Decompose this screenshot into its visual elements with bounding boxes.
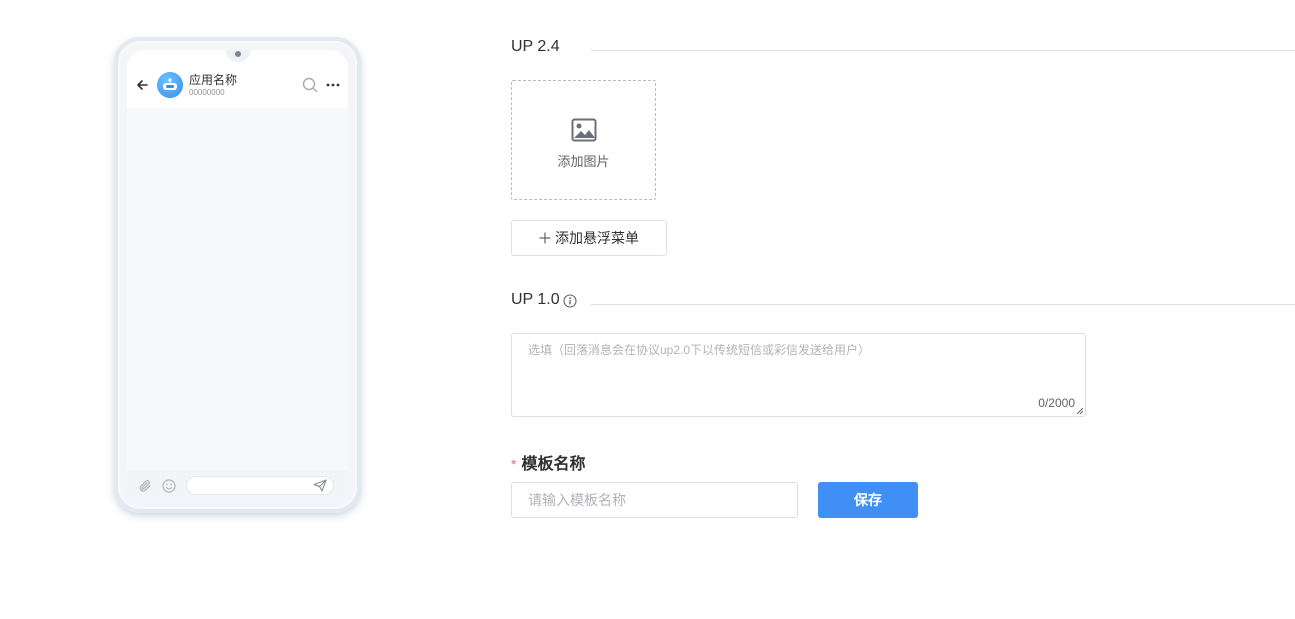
char-count: 0/2000 xyxy=(1038,396,1075,410)
add-image-label: 添加图片 xyxy=(557,154,610,169)
app-number: 00000000 xyxy=(189,88,225,97)
info-icon[interactable] xyxy=(563,294,577,308)
fallback-message-textarea[interactable] xyxy=(512,334,1085,416)
robot-avatar-icon xyxy=(163,78,177,90)
phone-message-field xyxy=(186,476,334,495)
emoji-icon xyxy=(162,479,176,493)
add-floating-menu-button[interactable]: 添加悬浮菜单 xyxy=(511,220,667,256)
more-icon xyxy=(326,83,340,87)
up24-section-title: UP 2.4 xyxy=(511,38,560,55)
phone-chat-area xyxy=(127,108,348,470)
up24-divider xyxy=(591,50,1295,51)
phone-screen: 应用名称 00000000 xyxy=(127,50,348,500)
app-name: 应用名称 xyxy=(189,73,238,87)
template-name-label-text: 模板名称 xyxy=(521,456,586,473)
template-name-input[interactable] xyxy=(511,482,798,518)
camera-icon xyxy=(235,51,241,57)
up10-section-title: UP 1.0 xyxy=(511,291,560,308)
image-icon xyxy=(571,118,597,142)
phone-input-bar xyxy=(127,470,348,500)
up10-divider xyxy=(591,304,1295,305)
app-avatar xyxy=(157,72,183,98)
required-mark: * xyxy=(511,456,517,472)
add-floating-menu-label: 添加悬浮菜单 xyxy=(555,230,639,246)
save-button[interactable]: 保存 xyxy=(818,482,918,518)
fallback-message-box: 0/2000 xyxy=(511,333,1086,417)
search-icon xyxy=(302,77,318,93)
phone-preview: 应用名称 00000000 xyxy=(114,37,361,513)
add-image-upload[interactable]: 添加图片 xyxy=(511,80,656,200)
plus-icon xyxy=(539,232,551,244)
send-icon xyxy=(313,479,327,492)
back-arrow-icon xyxy=(137,80,148,90)
template-name-label: * 模板名称 xyxy=(511,450,585,474)
resize-handle-icon[interactable] xyxy=(1076,407,1084,415)
attach-icon xyxy=(139,480,151,492)
